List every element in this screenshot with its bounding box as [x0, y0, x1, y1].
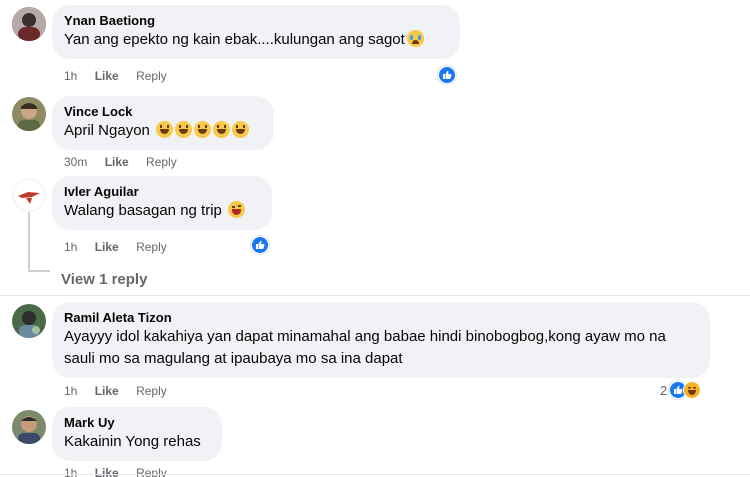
comment-actions: 1h Like Reply: [64, 383, 167, 399]
haha-reaction-icon: [683, 381, 702, 399]
crying-emoji-icon: [406, 30, 424, 47]
comment-text: Kakainin Yong rehas: [64, 433, 201, 450]
comment-time[interactable]: 30m: [64, 154, 87, 170]
thread-line: [28, 212, 30, 272]
divider: [0, 474, 750, 475]
comment-text: Walang basagan ng trip: [64, 200, 260, 222]
comment-author[interactable]: Vince Lock: [64, 103, 262, 120]
comment-time[interactable]: 1h: [64, 465, 77, 477]
comment-author[interactable]: Mark Uy: [64, 414, 210, 431]
comment-bubble: Vince Lock April Ngayon: [52, 96, 274, 150]
thread-line: [28, 270, 50, 272]
grinning-emoji-icon: [175, 121, 193, 138]
comment-actions: 1h Like Reply: [64, 465, 167, 477]
comment-bubble: Ynan Baetiong Yan ang epekto ng kain eba…: [52, 5, 460, 59]
avatar[interactable]: [12, 304, 46, 338]
reaction-summary[interactable]: [438, 66, 456, 84]
reaction-summary[interactable]: [251, 236, 269, 254]
comment-bubble: Ramil Aleta Tizon Ayayyy idol kakahiya y…: [52, 302, 710, 378]
comment-time[interactable]: 1h: [64, 68, 77, 84]
grinning-emoji-icon: [156, 121, 174, 138]
avatar[interactable]: [12, 97, 46, 131]
avatar[interactable]: [12, 178, 46, 212]
reply-button[interactable]: Reply: [136, 465, 167, 477]
reaction-summary[interactable]: 2: [660, 381, 702, 399]
avatar[interactable]: [12, 7, 46, 41]
grinning-emoji-icon: [232, 121, 250, 138]
like-reaction-icon: [438, 66, 456, 84]
comment-actions: 1h Like Reply: [64, 239, 167, 255]
reply-button[interactable]: Reply: [136, 239, 167, 255]
reply-button[interactable]: Reply: [136, 68, 167, 84]
avatar[interactable]: [12, 410, 46, 444]
comment-bubble: Mark Uy Kakainin Yong rehas: [52, 407, 222, 461]
like-button[interactable]: Like: [105, 154, 129, 170]
like-button[interactable]: Like: [95, 68, 119, 84]
comment-text: Yan ang epekto ng kain ebak....kulungan …: [64, 29, 448, 51]
comment-author[interactable]: Ramil Aleta Tizon: [64, 309, 698, 326]
comment-time[interactable]: 1h: [64, 383, 77, 399]
like-button[interactable]: Like: [95, 239, 119, 255]
comment-bubble: Ivler Aguilar Walang basagan ng trip: [52, 176, 272, 230]
view-replies-link[interactable]: View 1 reply: [61, 271, 147, 288]
reply-button[interactable]: Reply: [136, 383, 167, 399]
reply-button[interactable]: Reply: [146, 154, 177, 170]
reaction-count: 2: [660, 382, 668, 398]
like-button[interactable]: Like: [95, 383, 119, 399]
comment-text: April Ngayon: [64, 120, 262, 142]
like-button[interactable]: Like: [95, 465, 119, 477]
winking-tongue-emoji-icon: [228, 201, 246, 218]
comment-author[interactable]: Ynan Baetiong: [64, 12, 448, 29]
comment-actions: 30m Like Reply: [64, 154, 177, 170]
divider: [0, 295, 750, 296]
comments-section: Ynan Baetiong Yan ang epekto ng kain eba…: [0, 0, 750, 477]
like-reaction-icon: [251, 236, 269, 254]
grinning-emoji-icon: [194, 121, 212, 138]
comment-time[interactable]: 1h: [64, 239, 77, 255]
comment-actions: 1h Like Reply: [64, 68, 167, 84]
comment-text: Ayayyy idol kakahiya yan dapat minamahal…: [64, 328, 666, 367]
comment-author[interactable]: Ivler Aguilar: [64, 183, 260, 200]
grinning-emoji-icon: [213, 121, 231, 138]
